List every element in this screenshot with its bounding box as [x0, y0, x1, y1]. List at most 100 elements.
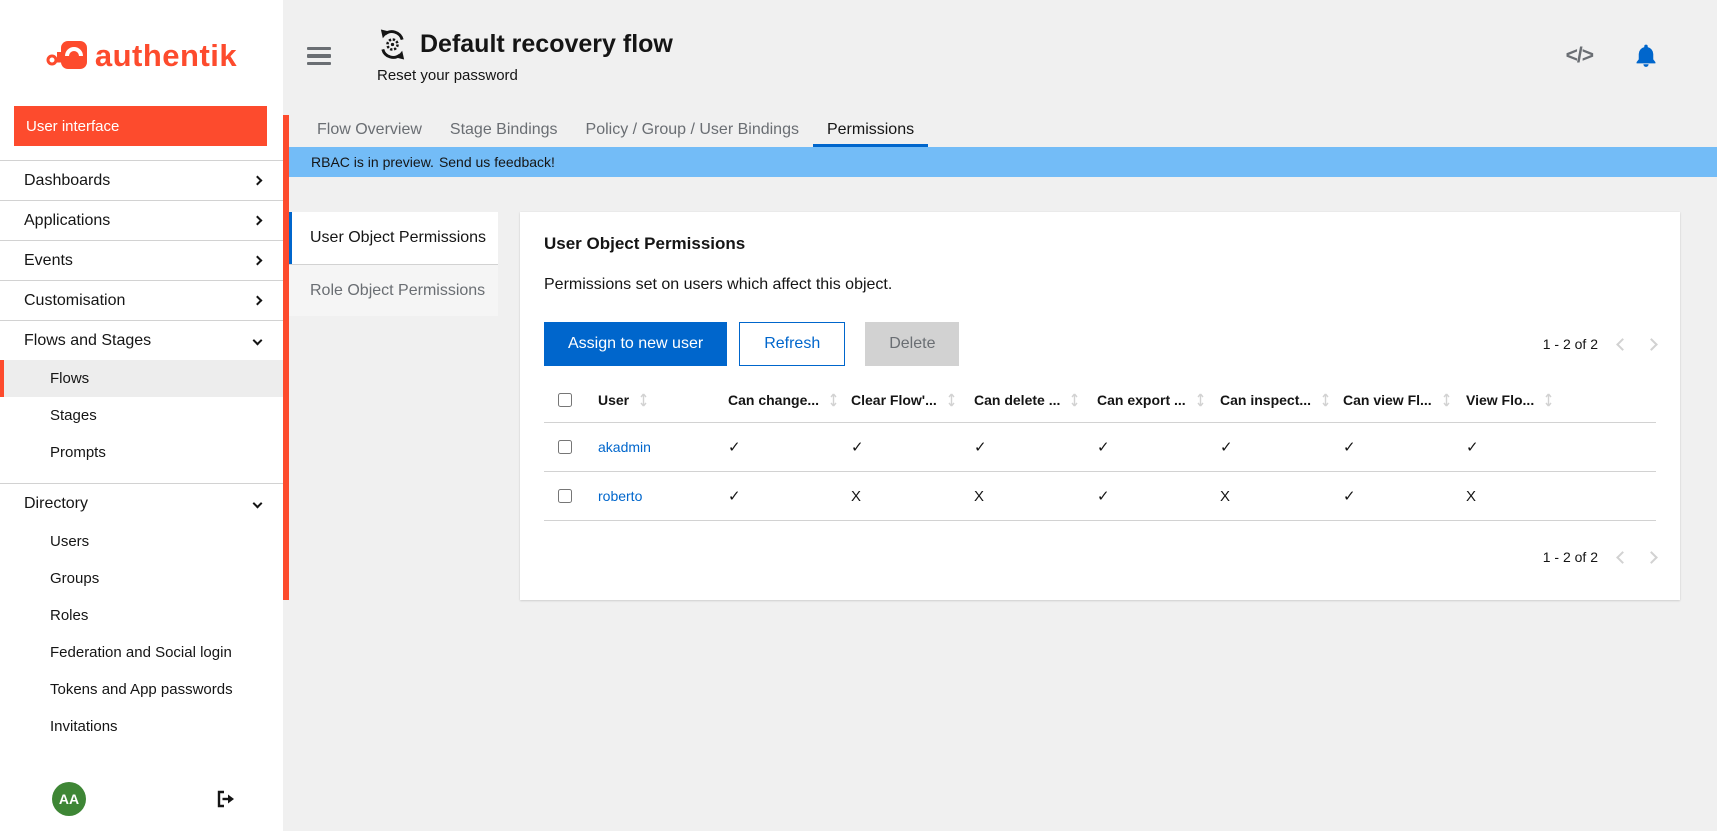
pagination-label: 1 - 2 of 2	[1543, 549, 1598, 565]
user-link[interactable]: akadmin	[598, 439, 651, 455]
pagination-next-button[interactable]	[1647, 553, 1656, 562]
rbac-preview-banner: RBAC is in preview. Send us feedback!	[283, 147, 1717, 177]
column-header-can-view[interactable]: Can view Fl...	[1343, 392, 1432, 408]
sort-icon[interactable]	[1442, 393, 1451, 407]
sort-icon[interactable]	[639, 393, 648, 407]
subnav-user-object-permissions[interactable]: User Object Permissions	[289, 212, 498, 264]
sidebar-item-applications[interactable]: Applications	[0, 200, 283, 240]
permission-value: ✓	[1466, 439, 1479, 456]
sidebar-item-tokens-and-app-passwords[interactable]: Tokens and App passwords	[0, 671, 283, 708]
hamburger-menu-button[interactable]	[307, 47, 331, 66]
sidebar-subitem-label: Users	[50, 533, 89, 550]
column-header-can-export[interactable]: Can export ...	[1097, 392, 1186, 408]
refresh-button[interactable]: Refresh	[739, 322, 845, 366]
pagination-prev-button[interactable]	[1618, 553, 1627, 562]
sidebar-item-prompts[interactable]: Prompts	[0, 434, 283, 471]
permission-value: ✓	[728, 439, 741, 456]
sidebar-item-events[interactable]: Events	[0, 240, 283, 280]
sidebar-item-customisation[interactable]: Customisation	[0, 280, 283, 320]
permission-value: ✓	[1097, 488, 1110, 505]
sidebar-item-flows-and-stages[interactable]: Flows and Stages	[0, 320, 283, 360]
avatar[interactable]: AA	[52, 782, 86, 816]
pagination-prev-button[interactable]	[1618, 340, 1627, 349]
page-header: Default recovery flow Reset your passwor…	[283, 0, 1717, 112]
sign-out-button[interactable]	[215, 789, 235, 809]
row-checkbox[interactable]	[558, 440, 572, 454]
chevron-right-icon	[253, 216, 263, 226]
chevron-right-icon	[253, 256, 263, 266]
sign-out-icon	[215, 789, 235, 809]
column-header-user[interactable]: User	[598, 392, 629, 408]
sort-icon[interactable]	[1321, 393, 1330, 407]
sidebar-subitem-label: Stages	[50, 407, 97, 424]
send-feedback-link[interactable]: Send us feedback!	[439, 154, 555, 170]
sidebar-item-invitations[interactable]: Invitations	[0, 708, 283, 745]
header-actions: </>	[1566, 43, 1659, 69]
chevron-right-icon	[253, 176, 263, 186]
tab-permissions[interactable]: Permissions	[813, 112, 928, 147]
tab-flow-overview[interactable]: Flow Overview	[303, 112, 436, 147]
permissions-subnav: User Object Permissions Role Object Perm…	[289, 212, 498, 316]
subnav-role-object-permissions[interactable]: Role Object Permissions	[289, 264, 498, 316]
column-header-can-inspect[interactable]: Can inspect...	[1220, 392, 1311, 408]
sidebar-item-groups[interactable]: Groups	[0, 560, 283, 597]
column-header-can-change[interactable]: Can change...	[728, 392, 819, 408]
user-interface-button[interactable]: User interface	[14, 106, 267, 146]
sort-icon[interactable]	[1544, 393, 1553, 407]
sidebar-subitem-label: Flows	[50, 370, 89, 387]
assign-to-new-user-button[interactable]: Assign to new user	[544, 322, 727, 366]
permissions-content: User Object Permissions Role Object Perm…	[283, 177, 1717, 831]
pagination-top: 1 - 2 of 2	[1543, 336, 1656, 352]
tab-label: Policy / Group / User Bindings	[586, 121, 799, 139]
sort-icon[interactable]	[1070, 393, 1079, 407]
sidebar-item-federation-and-social-login[interactable]: Federation and Social login	[0, 634, 283, 671]
page-title: Default recovery flow	[420, 30, 673, 59]
chevron-right-icon	[253, 296, 263, 306]
sidebar-subitem-label: Invitations	[50, 718, 118, 735]
sidebar-subitem-label: Roles	[50, 607, 88, 624]
sidebar-item-label: Directory	[24, 495, 88, 513]
chevron-right-icon	[1645, 551, 1658, 564]
sidebar-item-flows[interactable]: Flows	[0, 360, 283, 397]
sort-icon[interactable]	[1196, 393, 1205, 407]
sort-icon[interactable]	[947, 393, 956, 407]
chevron-right-icon	[1645, 338, 1658, 351]
sidebar-item-stages[interactable]: Stages	[0, 397, 283, 434]
user-link[interactable]: roberto	[598, 488, 642, 504]
column-header-clear-flow[interactable]: Clear Flow'...	[851, 392, 937, 408]
sidebar-item-directory[interactable]: Directory	[0, 483, 283, 523]
sidebar-item-dashboards[interactable]: Dashboards	[0, 160, 283, 200]
permission-value: ✓	[1343, 439, 1356, 456]
pagination-label: 1 - 2 of 2	[1543, 336, 1598, 352]
sort-icon[interactable]	[829, 393, 838, 407]
title-block: Default recovery flow Reset your passwor…	[377, 29, 673, 84]
column-header-view-flow[interactable]: View Flo...	[1466, 392, 1534, 408]
notifications-bell-icon[interactable]	[1633, 43, 1659, 69]
select-all-checkbox[interactable]	[558, 393, 572, 407]
authentik-logo: authentik	[0, 30, 283, 82]
authentik-key-icon	[46, 35, 92, 77]
tab-label: Stage Bindings	[450, 121, 558, 139]
banner-text: RBAC is in preview.	[311, 154, 434, 170]
sidebar-item-label: Flows and Stages	[24, 332, 151, 350]
chevron-left-icon	[1616, 338, 1629, 351]
column-header-can-delete[interactable]: Can delete ...	[974, 392, 1060, 408]
delete-button[interactable]: Delete	[865, 322, 959, 366]
row-checkbox[interactable]	[558, 489, 572, 503]
sidebar-nav: Dashboards Applications Events Customisa…	[0, 160, 283, 745]
permission-value: X	[1220, 488, 1230, 505]
sidebar-item-users[interactable]: Users	[0, 523, 283, 560]
pagination-next-button[interactable]	[1647, 340, 1656, 349]
permission-value: X	[851, 488, 861, 505]
user-object-permissions-card: User Object Permissions Permissions set …	[520, 212, 1680, 600]
sidebar-subitem-label: Tokens and App passwords	[50, 681, 233, 698]
page-subtitle: Reset your password	[377, 67, 673, 84]
tab-policy-group-user-bindings[interactable]: Policy / Group / User Bindings	[572, 112, 813, 147]
tab-stage-bindings[interactable]: Stage Bindings	[436, 112, 572, 147]
sidebar: authentik User interface Dashboards Appl…	[0, 0, 283, 831]
subnav-label: Role Object Permissions	[310, 282, 485, 300]
api-code-icon[interactable]: </>	[1566, 44, 1593, 68]
sidebar-item-roles[interactable]: Roles	[0, 597, 283, 634]
sidebar-scrollbar-thumb[interactable]	[283, 115, 289, 600]
card-title: User Object Permissions	[544, 234, 1656, 254]
